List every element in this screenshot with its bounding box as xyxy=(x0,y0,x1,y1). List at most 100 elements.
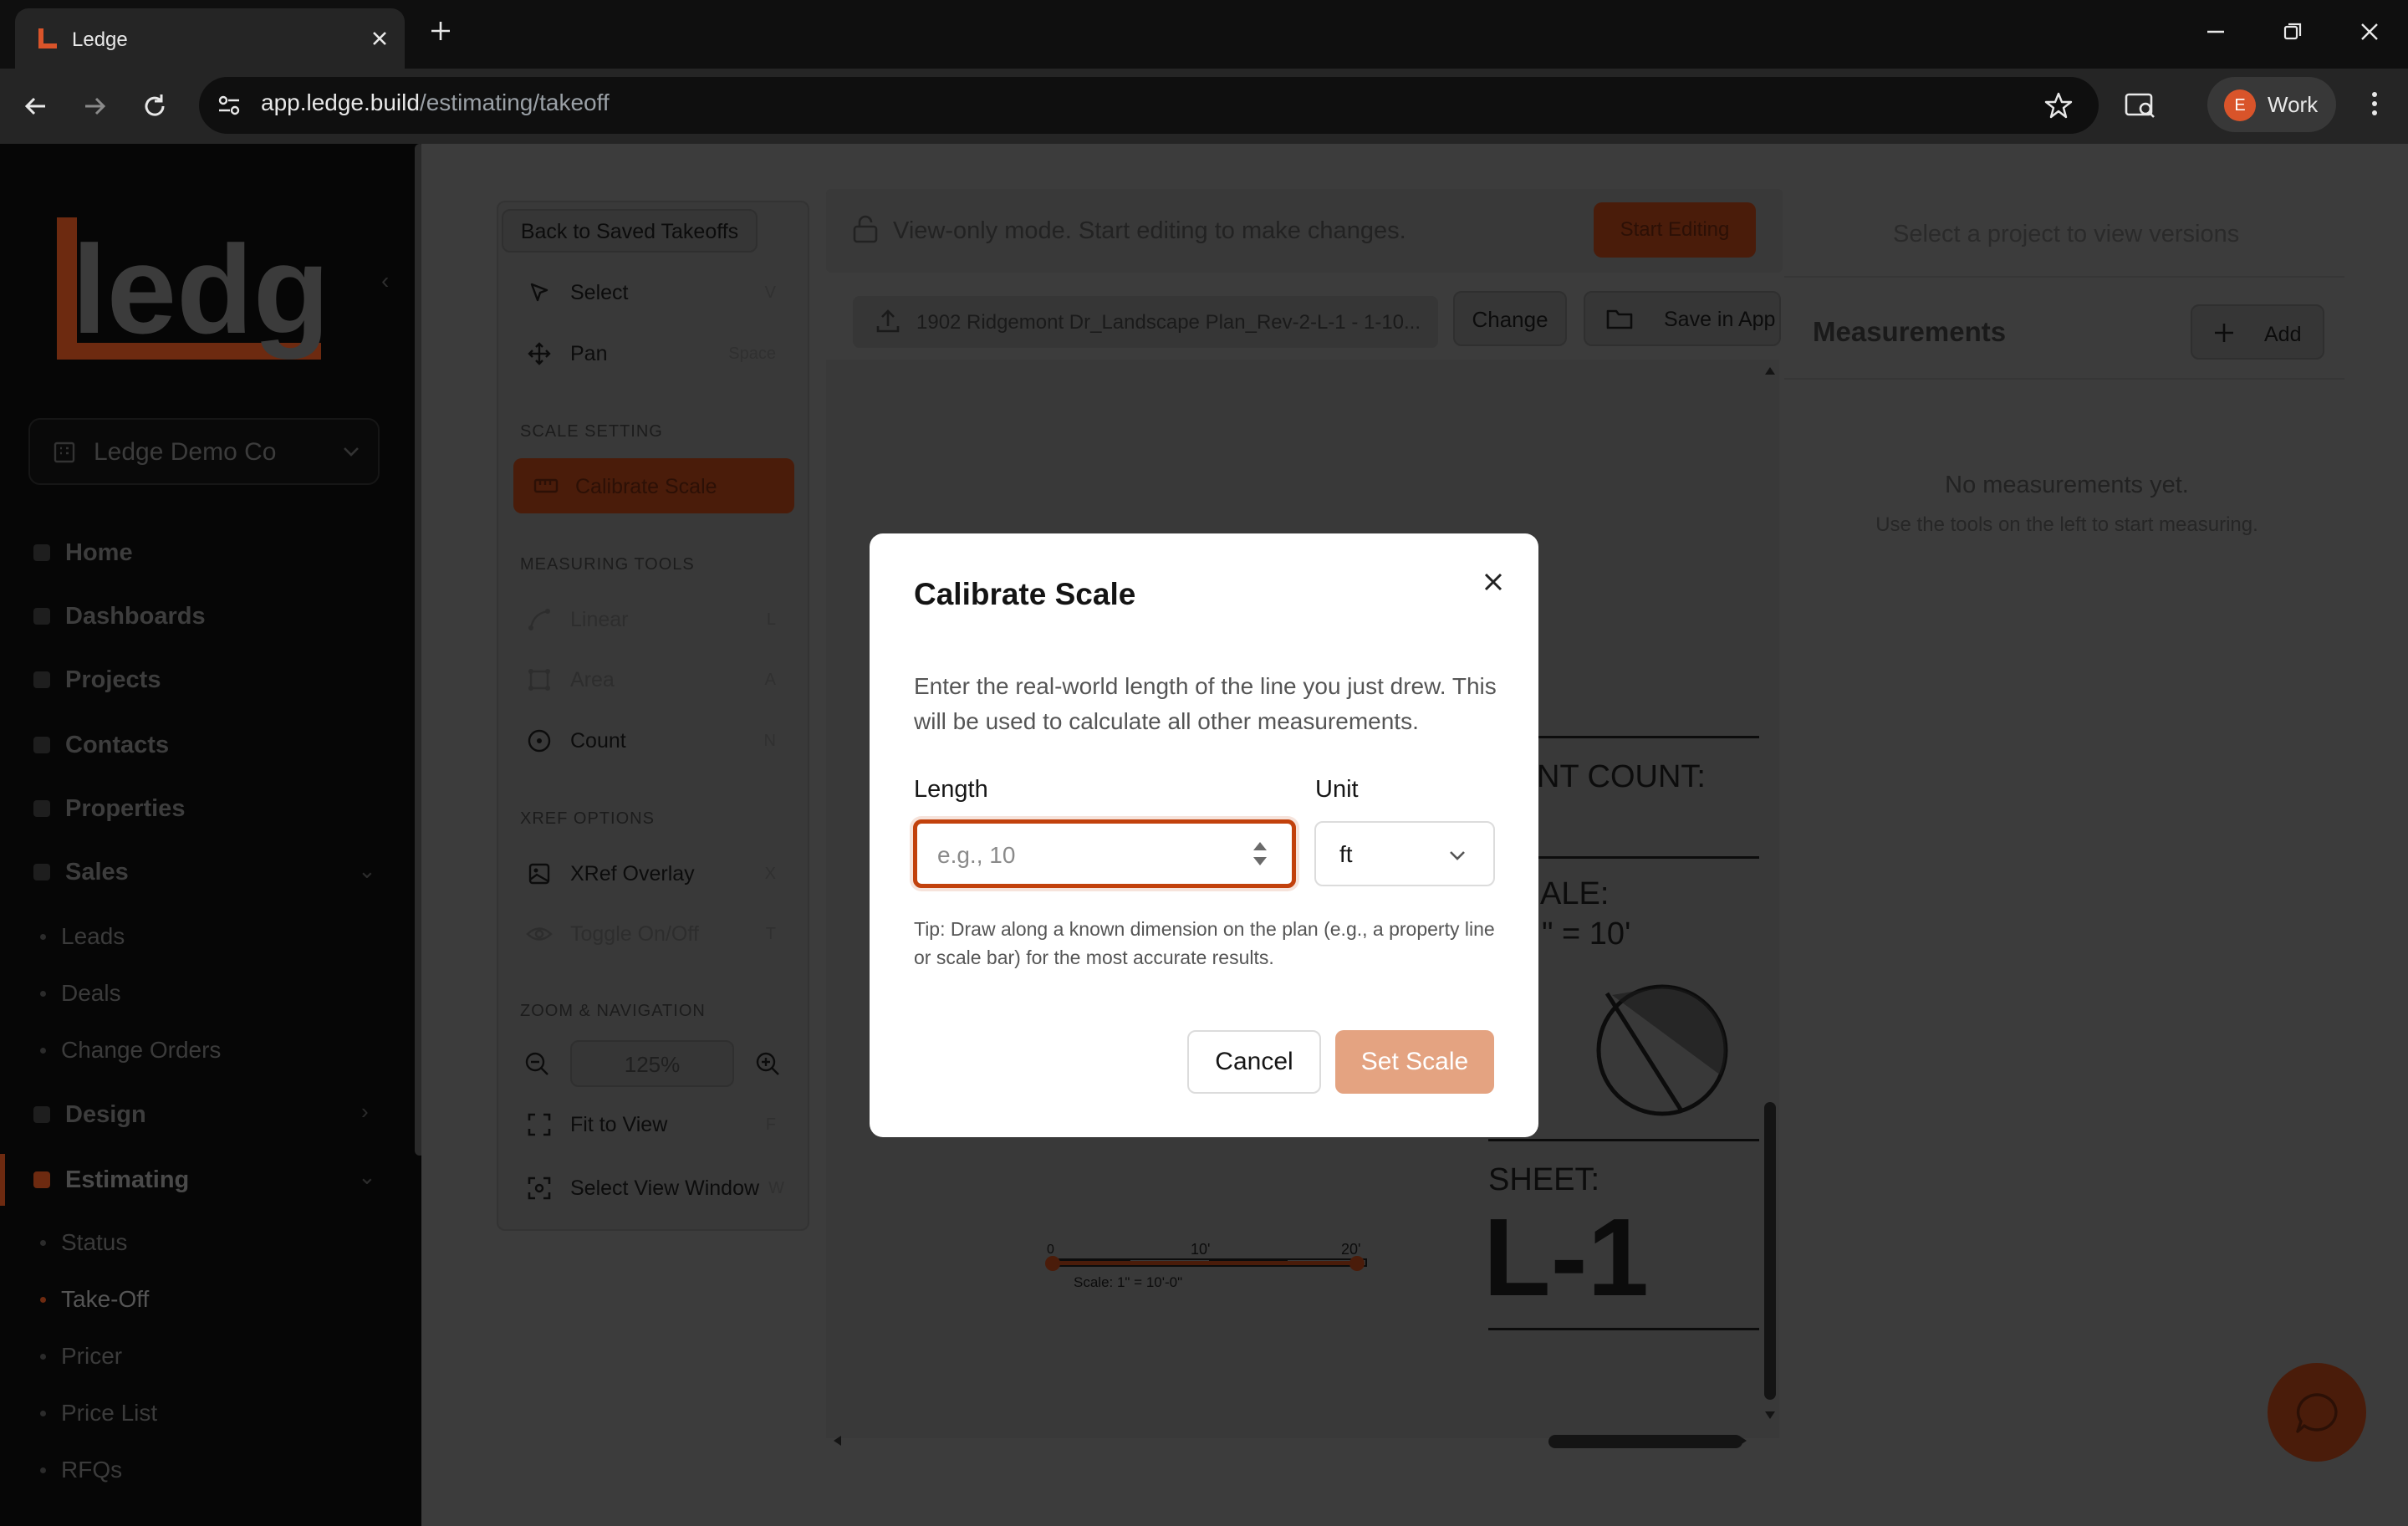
divider xyxy=(1784,276,2344,278)
close-tab-icon[interactable] xyxy=(368,27,391,50)
eye-icon xyxy=(525,920,554,948)
north-arrow-icon xyxy=(1595,983,1729,1117)
zoom-level[interactable]: 125% xyxy=(570,1040,734,1087)
cancel-button[interactable]: Cancel xyxy=(1187,1030,1321,1094)
focus-window-icon xyxy=(525,1174,554,1202)
folder-icon xyxy=(1605,306,1634,331)
sidebar-item-properties[interactable]: Properties xyxy=(33,788,185,829)
lock-icon xyxy=(851,214,880,244)
length-input[interactable]: e.g., 10 xyxy=(913,819,1296,888)
sidebar-item-sales[interactable]: Sales xyxy=(33,851,129,893)
org-switcher[interactable]: Ledge Demo Co xyxy=(28,418,380,485)
new-tab-icon[interactable] xyxy=(428,18,453,43)
ruler-icon xyxy=(533,474,559,498)
chat-button[interactable] xyxy=(2268,1363,2366,1462)
sidebar-item-estimating[interactable]: Estimating xyxy=(33,1159,189,1201)
sidebar-sub-price-list[interactable]: Price List xyxy=(40,1395,157,1432)
tab-title: Ledge xyxy=(72,28,128,51)
set-scale-button[interactable]: Set Scale xyxy=(1335,1030,1494,1094)
scale-setting-section: SCALE SETTING xyxy=(520,422,663,441)
ledge-favicon-icon xyxy=(35,27,59,50)
calibration-tip: Tip: Draw along a known dimension on the… xyxy=(914,918,1495,968)
xref-overlay-tool[interactable]: XRef Overlay X xyxy=(525,853,776,895)
collapse-sidebar-chevron-icon[interactable]: ‹ xyxy=(381,268,389,294)
unit-select[interactable]: ft xyxy=(1314,821,1495,886)
sidebar-item-dashboards[interactable]: Dashboards xyxy=(33,595,206,637)
scale-bar-caption: Scale: 1" = 10'-0" xyxy=(1074,1274,1183,1290)
sidebar-item-projects[interactable]: Projects xyxy=(33,659,161,701)
plan-scale-value: " = 10' xyxy=(1542,916,1631,952)
sidebar-sub-take-off[interactable]: Take-Off xyxy=(40,1281,149,1318)
back-to-saved-takeoffs-button[interactable]: Back to Saved Takeoffs xyxy=(502,209,758,253)
count-tool[interactable]: Count N xyxy=(525,720,776,762)
horizontal-scrollbar-thumb[interactable] xyxy=(1548,1435,1742,1448)
browser-tab[interactable]: Ledge xyxy=(15,8,405,69)
chevron-down-icon xyxy=(339,440,363,463)
file-chip[interactable]: 1902 Ridgemont Dr_Landscape Plan_Rev-2-L… xyxy=(853,296,1438,348)
fit-icon xyxy=(525,1110,554,1139)
vertical-scrollbar-thumb[interactable] xyxy=(1764,1102,1776,1400)
close-icon[interactable] xyxy=(1475,564,1512,600)
sidebar-item-contacts[interactable]: Contacts xyxy=(33,724,169,766)
avatar: E xyxy=(2224,89,2256,121)
toggle-xref-tool[interactable]: Toggle On/Off T xyxy=(525,913,776,955)
select-tool[interactable]: Select V xyxy=(525,272,776,314)
scroll-left-arrow-icon[interactable] xyxy=(831,1435,843,1447)
browser-menu-icon[interactable] xyxy=(2360,89,2390,119)
zoom-in-icon[interactable] xyxy=(754,1050,781,1077)
close-window-icon[interactable] xyxy=(2358,20,2381,43)
select-view-window-tool[interactable]: Select View Window W xyxy=(525,1167,784,1209)
plan-sheet-number: L-1 xyxy=(1483,1196,1649,1319)
save-in-app-button[interactable]: Save in App xyxy=(1584,291,1781,346)
versions-area: Select a project to view versions xyxy=(1784,189,2344,276)
zoom-navigation-section: ZOOM & NAVIGATION xyxy=(520,1002,706,1020)
measuring-tools-section: MEASURING TOOLS xyxy=(520,555,695,574)
cursor-icon xyxy=(525,278,554,307)
scroll-right-arrow-icon[interactable] xyxy=(1737,1435,1749,1447)
back-arrow-icon[interactable] xyxy=(22,92,50,120)
chat-bubble-icon xyxy=(2294,1391,2339,1435)
sidebar-sub-rfqs[interactable]: RFQs xyxy=(40,1452,122,1488)
sidebar-sub-change-orders[interactable]: Change Orders xyxy=(40,1032,221,1069)
plan-scale-label: ALE: xyxy=(1540,876,1610,911)
profile-chip[interactable]: E Work xyxy=(2207,77,2336,132)
linear-tool[interactable]: Linear L xyxy=(525,599,776,641)
org-name: Ledge Demo Co xyxy=(94,438,277,466)
plan-rule xyxy=(1488,1139,1759,1141)
sidebar-sub-status[interactable]: Status xyxy=(40,1224,127,1261)
sidebar-sub-pricer[interactable]: Pricer xyxy=(40,1338,122,1375)
number-stepper-icon[interactable] xyxy=(1250,835,1270,872)
change-file-button[interactable]: Change xyxy=(1453,291,1567,346)
tab-search-icon[interactable] xyxy=(2124,90,2157,120)
area-tool[interactable]: Area A xyxy=(525,659,776,701)
scroll-down-arrow-icon[interactable] xyxy=(1764,1410,1776,1421)
sidebar-sub-deals[interactable]: Deals xyxy=(40,975,121,1012)
restore-icon[interactable] xyxy=(2281,20,2304,43)
sidebar-item-design[interactable]: Design xyxy=(33,1094,146,1136)
ledge-logo: ledge xyxy=(54,216,329,360)
zoom-out-icon[interactable] xyxy=(523,1050,550,1077)
start-editing-button[interactable]: Start Editing xyxy=(1594,202,1756,258)
forward-arrow-icon[interactable] xyxy=(80,92,109,120)
no-measurements-title: No measurements yet. xyxy=(1945,472,2189,498)
plan-sheet-label: SHEET: xyxy=(1488,1162,1600,1197)
add-measurement-button[interactable]: Add xyxy=(2191,304,2324,360)
sidebar-sub-leads[interactable]: Leads xyxy=(40,918,125,955)
minimize-icon[interactable] xyxy=(2204,20,2227,43)
sales-chevron-icon: ⌄ xyxy=(358,858,376,883)
site-settings-icon[interactable] xyxy=(216,92,242,119)
pan-tool[interactable]: Pan Space xyxy=(525,333,776,375)
sidebar-item-home[interactable]: Home xyxy=(33,532,133,574)
dialog-title: Calibrate Scale xyxy=(914,577,1136,611)
calibrate-scale-button[interactable]: Calibrate Scale xyxy=(513,458,794,513)
fit-to-view-tool[interactable]: Fit to View F xyxy=(525,1104,776,1146)
url-text: app.ledge.build/estimating/takeoff xyxy=(261,89,610,115)
linear-icon xyxy=(525,605,554,634)
logo-text: ledge xyxy=(72,219,329,360)
length-label: Length xyxy=(914,776,988,803)
reload-icon[interactable] xyxy=(140,92,169,120)
view-only-text: View-only mode. Start editing to make ch… xyxy=(893,217,1406,244)
scroll-up-arrow-icon[interactable] xyxy=(1764,365,1776,376)
bookmark-star-icon[interactable] xyxy=(2043,90,2074,120)
scale-bar-label-10: 10' xyxy=(1191,1241,1211,1258)
